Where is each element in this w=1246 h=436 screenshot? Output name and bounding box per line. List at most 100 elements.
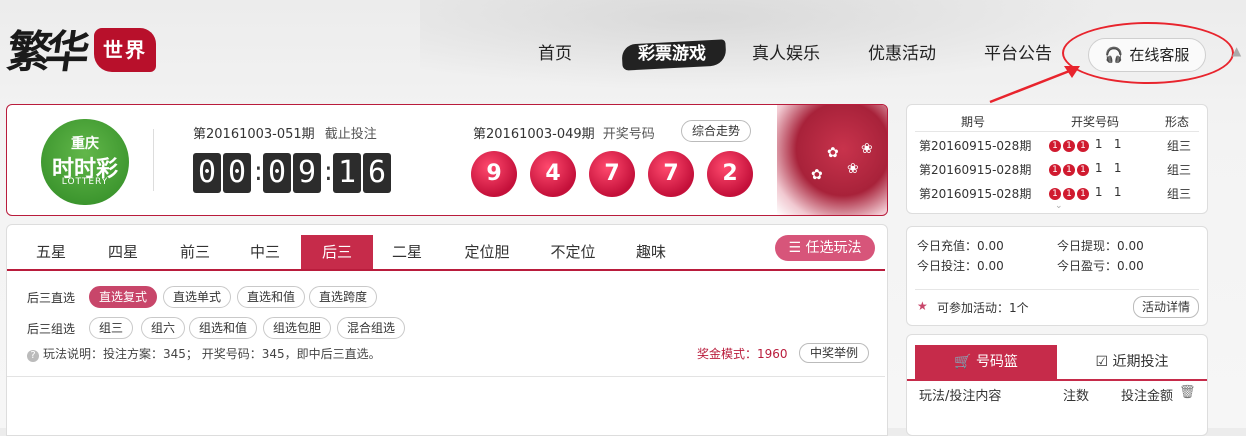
current-issue: 第20161003-051期 截止投注 [193, 123, 377, 142]
history-numbers: 111 1 1 [1049, 137, 1122, 152]
history-issue: 第20160915-028期 [919, 187, 1032, 201]
draw-ball: 9 [471, 151, 517, 197]
star-icon: ★ [917, 299, 928, 313]
history-number: 1 [1113, 137, 1122, 151]
trend-chart-button[interactable]: 综合走势 [681, 120, 752, 142]
history-col-numbers: 开奖号码 [1071, 115, 1120, 129]
draw-ball: 7 [648, 151, 694, 197]
tab-five-star[interactable]: 五星 [21, 235, 81, 269]
countdown-digit: 1 [333, 153, 361, 193]
checkbox-icon: ☑ [1095, 354, 1113, 370]
row-label-group: 后三组选 [27, 322, 76, 336]
chip-group-three[interactable]: 组三 [89, 317, 134, 339]
nav-lottery[interactable]: 彩票游戏 [638, 36, 706, 72]
divider [907, 379, 1207, 381]
history-number: 1 [1094, 185, 1103, 199]
betting-panel: 五星 四星 前三 中三 后三 二星 定位胆 不定位 趣味 ☰ 任选玩法 后三直选… [6, 224, 888, 436]
countdown-digit: 9 [293, 153, 321, 193]
stat-withdraw: 今日提现：0.00 [1057, 239, 1144, 253]
chip-group-mixed[interactable]: 混合组选 [337, 317, 406, 339]
question-icon: ? [27, 350, 39, 362]
tab-recent-bets[interactable]: ☑ 近期投注 [1067, 345, 1197, 379]
history-shape: 组三 [1167, 139, 1192, 153]
stat-bet: 今日投注：0.00 [917, 259, 1004, 273]
optional-play-button[interactable]: ☰ 任选玩法 [775, 235, 875, 261]
sliders-icon: ☰ [788, 240, 806, 256]
countdown-digit: 0 [223, 153, 251, 193]
logo-seal: 世界 [94, 28, 156, 72]
logo-text-main: 繁华 [3, 27, 87, 78]
badge-city: 重庆 [71, 136, 99, 152]
chip-direct-single[interactable]: 直选单式 [163, 286, 232, 308]
last-draw-label: 开奖号码 [602, 127, 655, 142]
history-ball: 1 [1049, 188, 1061, 200]
history-col-shape: 形态 [1165, 115, 1190, 129]
cart-col-content: 玩法/投注内容 [919, 389, 1002, 404]
cart-icon: 🛒 [954, 354, 976, 370]
countdown-digit: 6 [363, 153, 391, 193]
scroll-up-icon[interactable]: ▲ [1232, 44, 1246, 58]
countdown-colon: : [324, 157, 333, 187]
plum-blossom-decoration: ✿ ❀ ✿ ❀ [777, 105, 887, 215]
tab-recent-bets-label: 近期投注 [1112, 354, 1169, 370]
lottery-badge: 重庆 时时彩 LOTTERY [41, 119, 129, 205]
history-number: 1 [1113, 185, 1122, 199]
history-col-issue: 期号 [961, 115, 986, 129]
tab-number-basket[interactable]: 🛒 号码篮 [915, 345, 1057, 379]
optional-play-label: 任选玩法 [805, 240, 862, 256]
tab-position[interactable]: 定位胆 [453, 235, 521, 269]
account-stats-box: 今日充值：0.00 今日提现：0.00 今日投注：0.00 今日盈亏：0.00 … [906, 226, 1208, 326]
divider [915, 289, 1199, 290]
tab-no-position[interactable]: 不定位 [539, 235, 607, 269]
history-ball: 1 [1063, 164, 1075, 176]
tab-back-three[interactable]: 后三 [301, 235, 373, 269]
tab-number-basket-label: 号码篮 [975, 354, 1018, 370]
chip-direct-compound[interactable]: 直选复式 [89, 286, 158, 308]
history-ball: 1 [1077, 140, 1089, 152]
divider [915, 131, 1199, 132]
history-numbers: 111 1 1 [1049, 185, 1122, 200]
nav-promotions[interactable]: 优惠活动 [868, 36, 936, 72]
draw-ball: 7 [589, 151, 635, 197]
history-issue: 第20160915-028期 [919, 139, 1032, 153]
expand-chevron-icon[interactable]: ⌄ [1055, 201, 1063, 211]
chip-group-include[interactable]: 组选包胆 [263, 317, 332, 339]
nav-home[interactable]: 首页 [538, 36, 572, 72]
activity-details-button[interactable]: 活动详情 [1133, 296, 1200, 318]
history-ball: 1 [1063, 140, 1075, 152]
history-ball: 1 [1049, 164, 1061, 176]
history-shape: 组三 [1167, 187, 1192, 201]
divider [153, 129, 154, 191]
stat-recharge: 今日充值：0.00 [917, 239, 1004, 253]
history-number: 1 [1113, 161, 1122, 175]
trash-icon[interactable]: 🗑 [1179, 385, 1196, 400]
play-instructions-text: 玩法说明：投注方案：345； 开奖号码：345，即中后三直选。 [43, 347, 381, 361]
tab-two-star[interactable]: 二星 [377, 235, 437, 269]
chip-group-sum[interactable]: 组选和值 [189, 317, 258, 339]
tab-front-three[interactable]: 前三 [165, 235, 225, 269]
stat-activities: 可参加活动：1个 [937, 301, 1029, 315]
draw-ball: 2 [707, 151, 753, 197]
annotation-arrow [989, 66, 1080, 104]
history-ball: 1 [1049, 140, 1061, 152]
nav-live-casino[interactable]: 真人娱乐 [752, 36, 820, 72]
chip-direct-sum[interactable]: 直选和值 [237, 286, 306, 308]
play-type-tabs: 五星 四星 前三 中三 后三 二星 定位胆 不定位 趣味 [7, 235, 885, 271]
prize-mode: 奖金模式：1960 [697, 347, 788, 361]
chip-group-six[interactable]: 组六 [141, 317, 186, 339]
winning-example-button[interactable]: 中奖举例 [799, 343, 870, 363]
row-label-direct: 后三直选 [27, 291, 76, 305]
site-logo[interactable]: 繁华 世界 [3, 16, 156, 96]
divider [7, 376, 885, 377]
tab-four-star[interactable]: 四星 [93, 235, 153, 269]
current-issue-status: 截止投注 [324, 127, 377, 142]
chip-direct-span[interactable]: 直选跨度 [309, 286, 378, 308]
history-issue: 第20160915-028期 [919, 163, 1032, 177]
history-numbers: 111 1 1 [1049, 161, 1122, 176]
countdown-colon: : [254, 157, 263, 187]
last-draw: 第20161003-049期 开奖号码 [473, 123, 655, 142]
draw-ball: 4 [530, 151, 576, 197]
tab-fun[interactable]: 趣味 [621, 235, 681, 269]
bet-cart-box: 🛒 号码篮 ☑ 近期投注 玩法/投注内容 注数 投注金额 🗑 [906, 334, 1208, 436]
tab-middle-three[interactable]: 中三 [235, 235, 295, 269]
